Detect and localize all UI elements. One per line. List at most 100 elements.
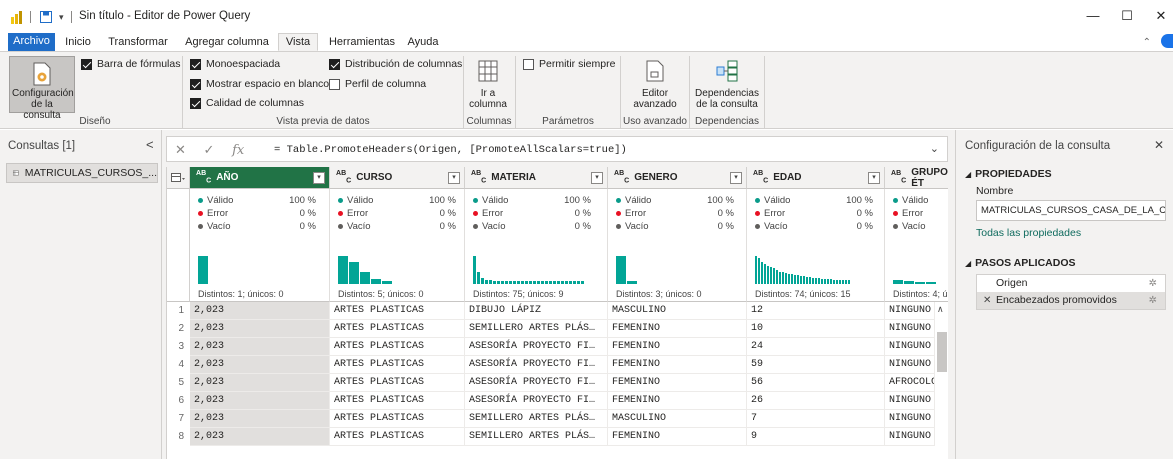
close-button[interactable]: ✕ — [1146, 5, 1173, 27]
table-cell[interactable]: ASESORÍA PROYECTO FI… — [465, 338, 608, 356]
quality-row-error[interactable]: Error 0 % — [616, 208, 734, 219]
query-settings-button[interactable]: Configuración de la consulta — [9, 56, 75, 121]
histogram-bar[interactable] — [501, 281, 504, 284]
scrollbar-thumb[interactable] — [937, 332, 947, 372]
quality-row-valid[interactable]: Válido 100 % — [616, 195, 734, 206]
quality-row-empty[interactable]: Vacío 0 % — [616, 221, 734, 232]
cancel-formula-icon[interactable]: ✕ — [175, 142, 186, 157]
delete-step-icon[interactable]: ✕ — [983, 292, 991, 309]
table-cell[interactable]: AFROCOLC — [885, 374, 935, 392]
histogram-bar[interactable] — [529, 281, 532, 284]
column-header-2[interactable]: ABC MATERIA ▾ — [465, 167, 608, 189]
monospaced-checkbox[interactable]: Monoespaciada — [190, 58, 280, 70]
histogram-bar[interactable] — [569, 281, 572, 284]
table-cell[interactable]: FEMENINO — [608, 392, 747, 410]
table-cell[interactable]: 2,023 — [190, 392, 330, 410]
histogram-bar[interactable] — [573, 281, 576, 284]
histogram-bar[interactable] — [788, 274, 790, 284]
text-type-icon[interactable]: ABC — [891, 170, 906, 184]
quality-row-valid[interactable]: Válido 100 % — [338, 195, 456, 206]
quality-row-valid[interactable]: Válido 100 % — [755, 195, 873, 206]
histogram-bar[interactable] — [779, 272, 781, 284]
column-header-4[interactable]: ABC EDAD ▾ — [747, 167, 885, 189]
tab-agregar-columna[interactable]: Agregar columna — [184, 34, 270, 51]
table-cell[interactable]: ARTES PLASTICAS — [330, 428, 465, 446]
histogram-bar[interactable] — [616, 256, 626, 284]
histogram-bar[interactable] — [806, 277, 808, 284]
histogram-bar[interactable] — [803, 276, 805, 284]
column-header-3[interactable]: ABC GENERO ▾ — [608, 167, 747, 189]
histogram-bar[interactable] — [509, 281, 512, 284]
query-name-input[interactable]: MATRICULAS_CURSOS_CASA_DE_LA_CU — [976, 200, 1166, 221]
histogram-bar[interactable] — [815, 278, 817, 284]
distribution-histogram[interactable] — [755, 254, 879, 284]
histogram-bar[interactable] — [577, 281, 580, 284]
collapse-queries-icon[interactable]: < — [146, 137, 154, 152]
histogram-bar[interactable] — [557, 281, 560, 284]
all-properties-link[interactable]: Todas las propiedades — [976, 227, 1081, 239]
table-row[interactable]: 5 2,023 ARTES PLASTICAS ASESORÍA PROYECTO F… — [167, 374, 948, 392]
filter-dropdown-icon[interactable]: ▾ — [448, 172, 460, 184]
step-origen[interactable]: Origen ✲ — [977, 275, 1165, 292]
histogram-bar[interactable] — [581, 281, 584, 284]
text-type-icon[interactable]: ABC — [753, 170, 768, 184]
distribution-histogram[interactable] — [616, 254, 741, 284]
histogram-bar[interactable] — [349, 262, 359, 284]
table-cell[interactable]: ASESORÍA PROYECTO FI… — [465, 392, 608, 410]
confirm-formula-icon[interactable]: ✓ — [204, 142, 215, 157]
formula-text[interactable]: = Table.PromoteHeaders(Origen, [PromoteA… — [274, 144, 627, 156]
table-cell[interactable]: 7 — [747, 410, 885, 428]
histogram-bar[interactable] — [915, 282, 925, 284]
histogram-bar[interactable] — [785, 273, 787, 284]
filter-dropdown-icon[interactable]: ▾ — [730, 172, 742, 184]
column-header-0[interactable]: ABC AÑO ▾ — [190, 167, 330, 189]
histogram-bar[interactable] — [755, 256, 757, 284]
table-menu-button[interactable] — [167, 167, 190, 189]
table-cell[interactable]: ARTES PLASTICAS — [330, 374, 465, 392]
table-row[interactable]: 1 2,023 ARTES PLASTICAS DIBUJO LÁPIZ MASCULI… — [167, 302, 948, 320]
table-cell[interactable]: 2,023 — [190, 410, 330, 428]
table-cell[interactable]: 2,023 — [190, 374, 330, 392]
tab-herramientas[interactable]: Herramientas — [328, 34, 396, 51]
query-item[interactable]: MATRICULAS_CURSOS_... — [6, 163, 158, 183]
vertical-scrollbar[interactable]: ∧ — [935, 302, 948, 459]
table-cell[interactable]: NINGUNO — [885, 428, 935, 446]
table-cell[interactable]: ASESORÍA PROYECTO FI… — [465, 356, 608, 374]
histogram-bar[interactable] — [845, 280, 847, 284]
filter-dropdown-icon[interactable]: ▾ — [868, 172, 880, 184]
quality-row-empty[interactable]: Vacío — [893, 221, 948, 232]
histogram-bar[interactable] — [338, 256, 348, 284]
text-type-icon[interactable]: ABC — [471, 170, 486, 184]
table-cell[interactable]: 2,023 — [190, 320, 330, 338]
column-distribution-checkbox[interactable]: Distribución de columnas — [329, 58, 462, 70]
table-cell[interactable]: 9 — [747, 428, 885, 446]
table-cell[interactable]: MASCULINO — [608, 302, 747, 320]
quick-access-dropdown-icon[interactable]: ▾ — [59, 12, 64, 23]
table-cell[interactable]: NINGUNO — [885, 356, 935, 374]
histogram-bar[interactable] — [537, 281, 540, 284]
histogram-bar[interactable] — [758, 258, 760, 284]
expand-formula-icon[interactable]: ⌄ — [930, 142, 939, 155]
table-cell[interactable]: 24 — [747, 338, 885, 356]
histogram-bar[interactable] — [833, 280, 835, 284]
table-cell[interactable]: 10 — [747, 320, 885, 338]
help-badge-icon[interactable] — [1161, 34, 1173, 48]
histogram-bar[interactable] — [627, 281, 637, 284]
distribution-histogram[interactable] — [473, 254, 602, 284]
tab-vista[interactable]: Vista — [278, 33, 318, 51]
column-profile-checkbox[interactable]: Perfil de columna — [329, 78, 426, 90]
table-row[interactable]: 2 2,023 ARTES PLASTICAS SEMILLERO ARTES PLÁ… — [167, 320, 948, 338]
gear-icon[interactable]: ✲ — [1149, 275, 1157, 292]
histogram-bar[interactable] — [477, 272, 480, 284]
table-row[interactable]: 6 2,023 ARTES PLASTICAS ASESORÍA PROYECTO F… — [167, 392, 948, 410]
histogram-bar[interactable] — [842, 280, 844, 284]
quality-row-valid[interactable]: Válido — [893, 195, 948, 206]
histogram-bar[interactable] — [761, 262, 763, 284]
table-cell[interactable]: FEMENINO — [608, 320, 747, 338]
table-cell[interactable]: 2,023 — [190, 302, 330, 320]
histogram-bar[interactable] — [809, 277, 811, 284]
tab-inicio[interactable]: Inicio — [60, 34, 96, 51]
tab-archivo[interactable]: Archivo — [8, 33, 55, 51]
histogram-bar[interactable] — [830, 279, 832, 284]
histogram-bar[interactable] — [824, 279, 826, 284]
